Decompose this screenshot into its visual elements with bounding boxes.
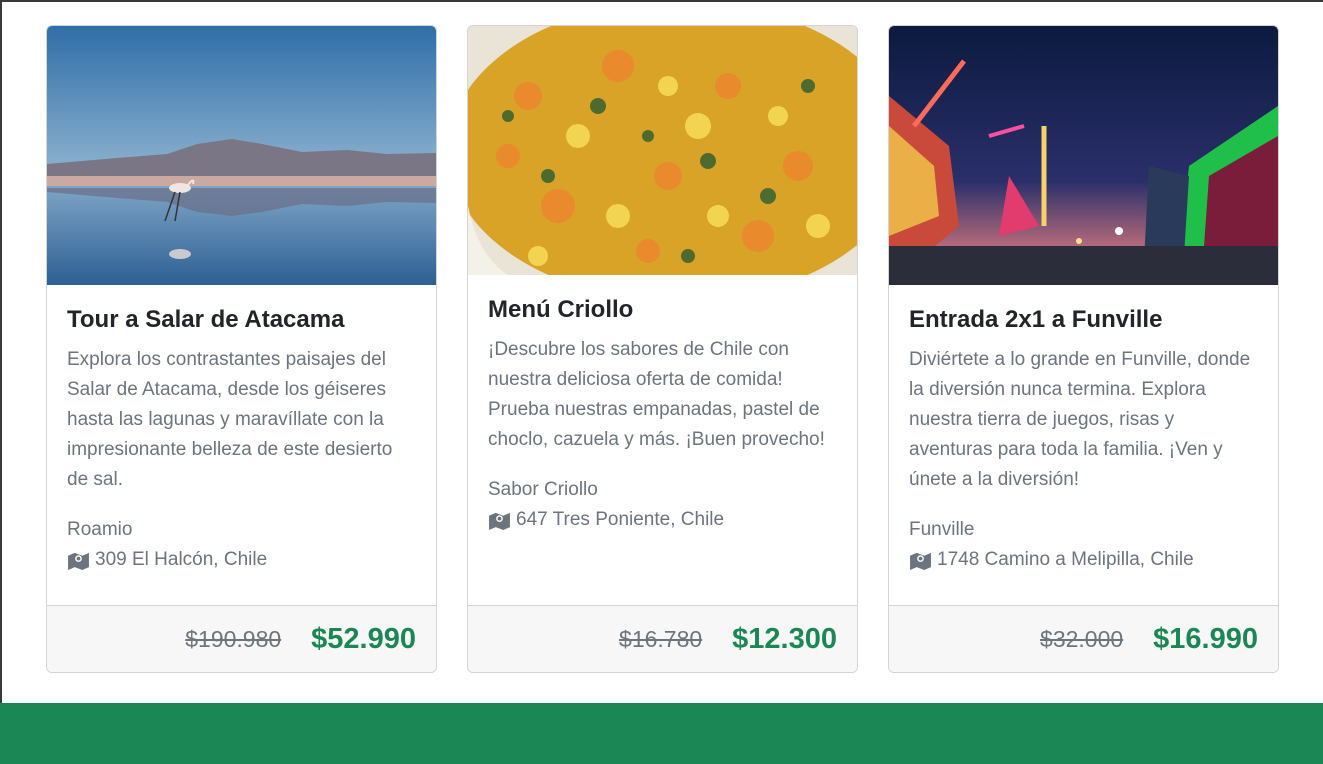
- provider-name: Sabor Criollo: [488, 479, 598, 500]
- offer-card-funville[interactable]: Entrada 2x1 a Funville Diviértete a lo g…: [888, 25, 1279, 673]
- address-row: 1748 Camino a Melipilla, Chile: [909, 545, 1260, 575]
- map-icon: [489, 512, 510, 530]
- address-text: 647 Tres Poniente, Chile: [516, 509, 725, 530]
- card-body: Entrada 2x1 a Funville Diviértete a lo g…: [909, 305, 1260, 575]
- address-text: 1748 Camino a Melipilla, Chile: [937, 549, 1194, 570]
- card-body: Menú Criollo ¡Descubre los sabores de Ch…: [488, 295, 839, 535]
- new-price: $16.990: [1153, 622, 1258, 655]
- card-title: Tour a Salar de Atacama: [67, 306, 345, 333]
- page-footer: [0, 703, 1323, 764]
- window-left-border: [0, 0, 2, 704]
- provider-name: Roamio: [67, 519, 133, 540]
- amusement-park-night-photo[interactable]: [889, 26, 1278, 285]
- card-title: Menú Criollo: [488, 296, 634, 323]
- address-text: 309 El Halcón, Chile: [95, 549, 268, 570]
- offer-card-menu-criollo[interactable]: Menú Criollo ¡Descubre los sabores de Ch…: [467, 25, 858, 673]
- map-icon: [68, 552, 89, 570]
- card-title: Entrada 2x1 a Funville: [909, 306, 1163, 333]
- card-footer: $32.000 $16.990: [889, 605, 1278, 672]
- map-icon: [910, 552, 931, 570]
- card-footer: $190.980 $52.990: [47, 605, 436, 672]
- card-description: ¡Descubre los sabores de Chile con nuest…: [488, 339, 825, 450]
- old-price: $16.780: [619, 625, 703, 652]
- card-footer: $16.780 $12.300: [468, 605, 857, 672]
- old-price: $190.980: [185, 625, 282, 652]
- card-body: Tour a Salar de Atacama Explora los cont…: [67, 305, 418, 575]
- new-price: $12.300: [732, 622, 837, 655]
- offer-card-atacama[interactable]: Tour a Salar de Atacama Explora los cont…: [46, 25, 437, 673]
- card-description: Diviértete a lo grande en Funville, dond…: [909, 349, 1251, 490]
- chilean-food-photo[interactable]: [468, 26, 857, 275]
- provider-name: Funville: [909, 519, 975, 540]
- window-top-border: [0, 0, 1323, 2]
- address-row: 309 El Halcón, Chile: [67, 545, 418, 575]
- salt-flat-flamingo-photo[interactable]: [47, 26, 436, 285]
- card-description: Explora los contrastantes paisajes del S…: [67, 349, 393, 490]
- address-row: 647 Tres Poniente, Chile: [488, 505, 839, 535]
- offers-grid: Tour a Salar de Atacama Explora los cont…: [46, 25, 1280, 673]
- new-price: $52.990: [311, 622, 416, 655]
- old-price: $32.000: [1040, 625, 1124, 652]
